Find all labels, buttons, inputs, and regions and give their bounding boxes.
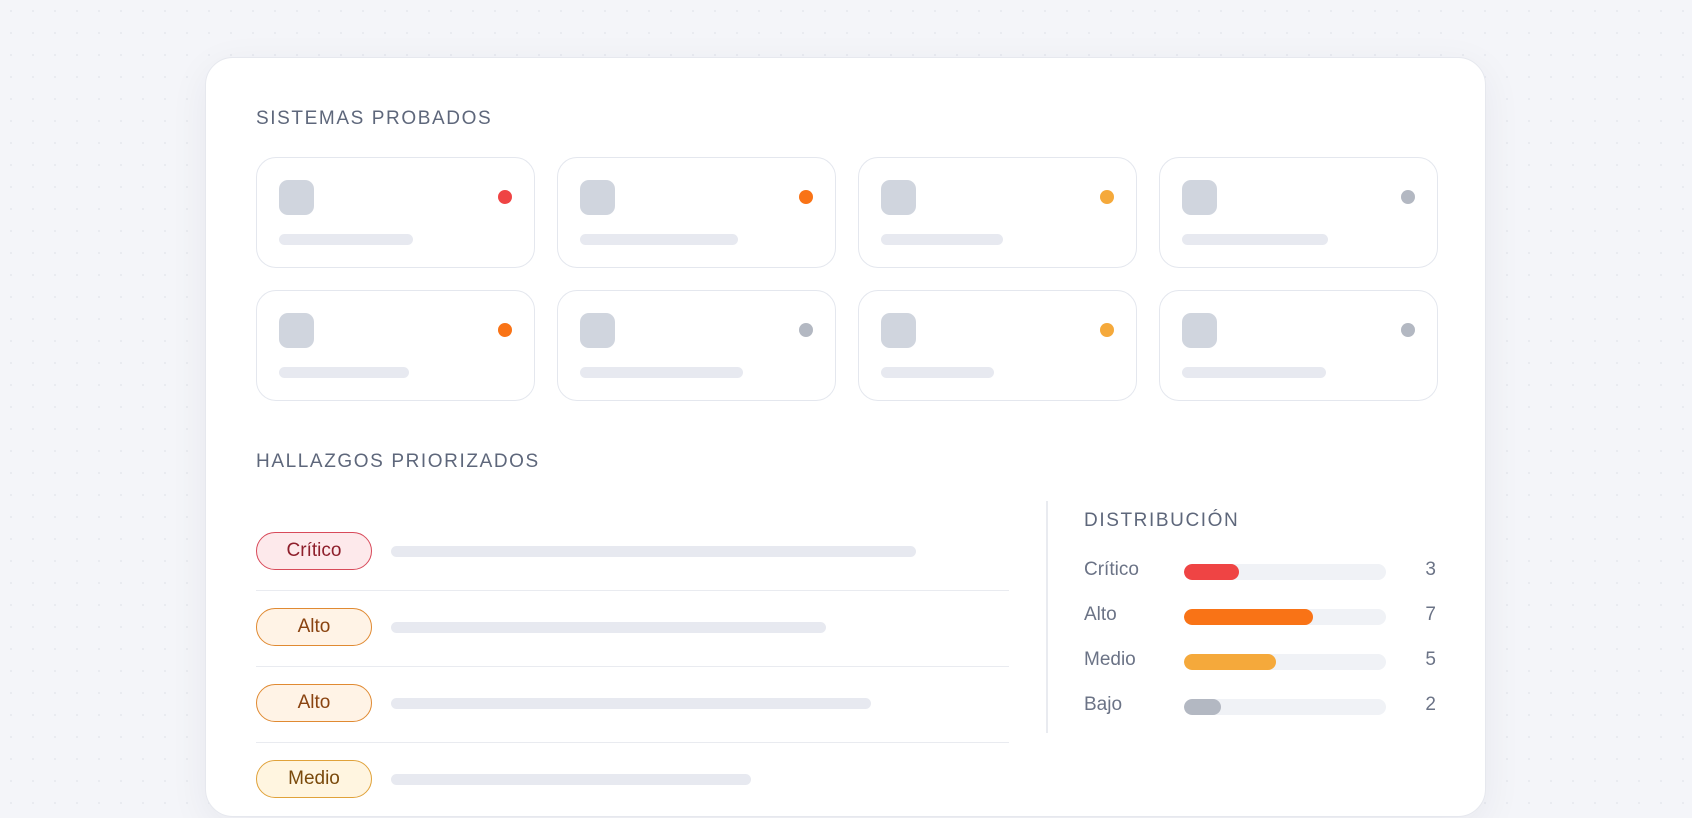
distribution-count: 2 xyxy=(1425,694,1436,715)
system-icon xyxy=(279,313,314,348)
system-icon xyxy=(881,180,916,215)
system-icon xyxy=(580,313,615,348)
status-dot xyxy=(1401,190,1415,204)
system-name-placeholder xyxy=(881,367,994,378)
system-card[interactable] xyxy=(256,157,535,268)
finding-title-placeholder xyxy=(391,546,916,557)
distribution-title: DISTRIBUCIÓN xyxy=(1084,510,1240,531)
distribution-track xyxy=(1184,564,1386,580)
system-card[interactable] xyxy=(1159,290,1438,401)
system-icon xyxy=(1182,313,1217,348)
finding-title-placeholder xyxy=(391,698,871,709)
distribution-count: 7 xyxy=(1425,604,1436,625)
status-dot xyxy=(498,190,512,204)
finding-title-placeholder xyxy=(391,622,826,633)
status-dot xyxy=(799,323,813,337)
column-divider xyxy=(1046,501,1048,733)
distribution-label: Medio xyxy=(1084,649,1136,670)
distribution-track xyxy=(1184,699,1386,715)
distribution-label: Alto xyxy=(1084,604,1117,625)
system-icon xyxy=(1182,180,1217,215)
distribution-row-high: Alto 7 xyxy=(1084,601,1436,631)
severity-badge: Alto xyxy=(256,684,372,722)
distribution-track xyxy=(1184,609,1386,625)
finding-row[interactable]: Crítico xyxy=(256,515,1009,591)
distribution-count: 3 xyxy=(1425,559,1436,580)
severity-badge: Medio xyxy=(256,760,372,798)
system-name-placeholder xyxy=(279,367,409,378)
distribution-bar xyxy=(1184,654,1276,670)
finding-row[interactable]: Medio xyxy=(256,743,1009,818)
system-name-placeholder xyxy=(1182,367,1326,378)
system-name-placeholder xyxy=(580,367,743,378)
system-icon xyxy=(580,180,615,215)
distribution-row-low: Bajo 2 xyxy=(1084,691,1436,721)
system-card[interactable] xyxy=(858,157,1137,268)
severity-badge: Crítico xyxy=(256,532,372,570)
status-dot xyxy=(1100,323,1114,337)
status-dot xyxy=(1100,190,1114,204)
distribution-label: Crítico xyxy=(1084,559,1139,580)
systems-section-title: SISTEMAS PROBADOS xyxy=(256,108,493,129)
findings-list: Crítico Alto Alto Medio xyxy=(256,515,1009,818)
findings-section-title: HALLAZGOS PRIORIZADOS xyxy=(256,451,540,472)
system-card[interactable] xyxy=(1159,157,1438,268)
distribution-row-medium: Medio 5 xyxy=(1084,646,1436,676)
status-dot xyxy=(799,190,813,204)
system-card[interactable] xyxy=(557,157,836,268)
distribution-bar xyxy=(1184,699,1221,715)
system-name-placeholder xyxy=(279,234,413,245)
report-card: SISTEMAS PROBADOS HALLAZGOS PRIORIZADOS … xyxy=(205,57,1486,817)
system-card[interactable] xyxy=(858,290,1137,401)
distribution-count: 5 xyxy=(1425,649,1436,670)
finding-title-placeholder xyxy=(391,774,751,785)
distribution-bar xyxy=(1184,564,1239,580)
system-name-placeholder xyxy=(881,234,1003,245)
system-icon xyxy=(881,313,916,348)
system-card[interactable] xyxy=(557,290,836,401)
system-card[interactable] xyxy=(256,290,535,401)
distribution-row-critical: Crítico 3 xyxy=(1084,556,1436,586)
status-dot xyxy=(498,323,512,337)
distribution-bar xyxy=(1184,609,1313,625)
severity-badge: Alto xyxy=(256,608,372,646)
system-name-placeholder xyxy=(580,234,738,245)
systems-grid xyxy=(256,157,1438,401)
system-name-placeholder xyxy=(1182,234,1328,245)
distribution-label: Bajo xyxy=(1084,694,1123,715)
finding-row[interactable]: Alto xyxy=(256,667,1009,743)
status-dot xyxy=(1401,323,1415,337)
distribution-track xyxy=(1184,654,1386,670)
system-icon xyxy=(279,180,314,215)
finding-row[interactable]: Alto xyxy=(256,591,1009,667)
